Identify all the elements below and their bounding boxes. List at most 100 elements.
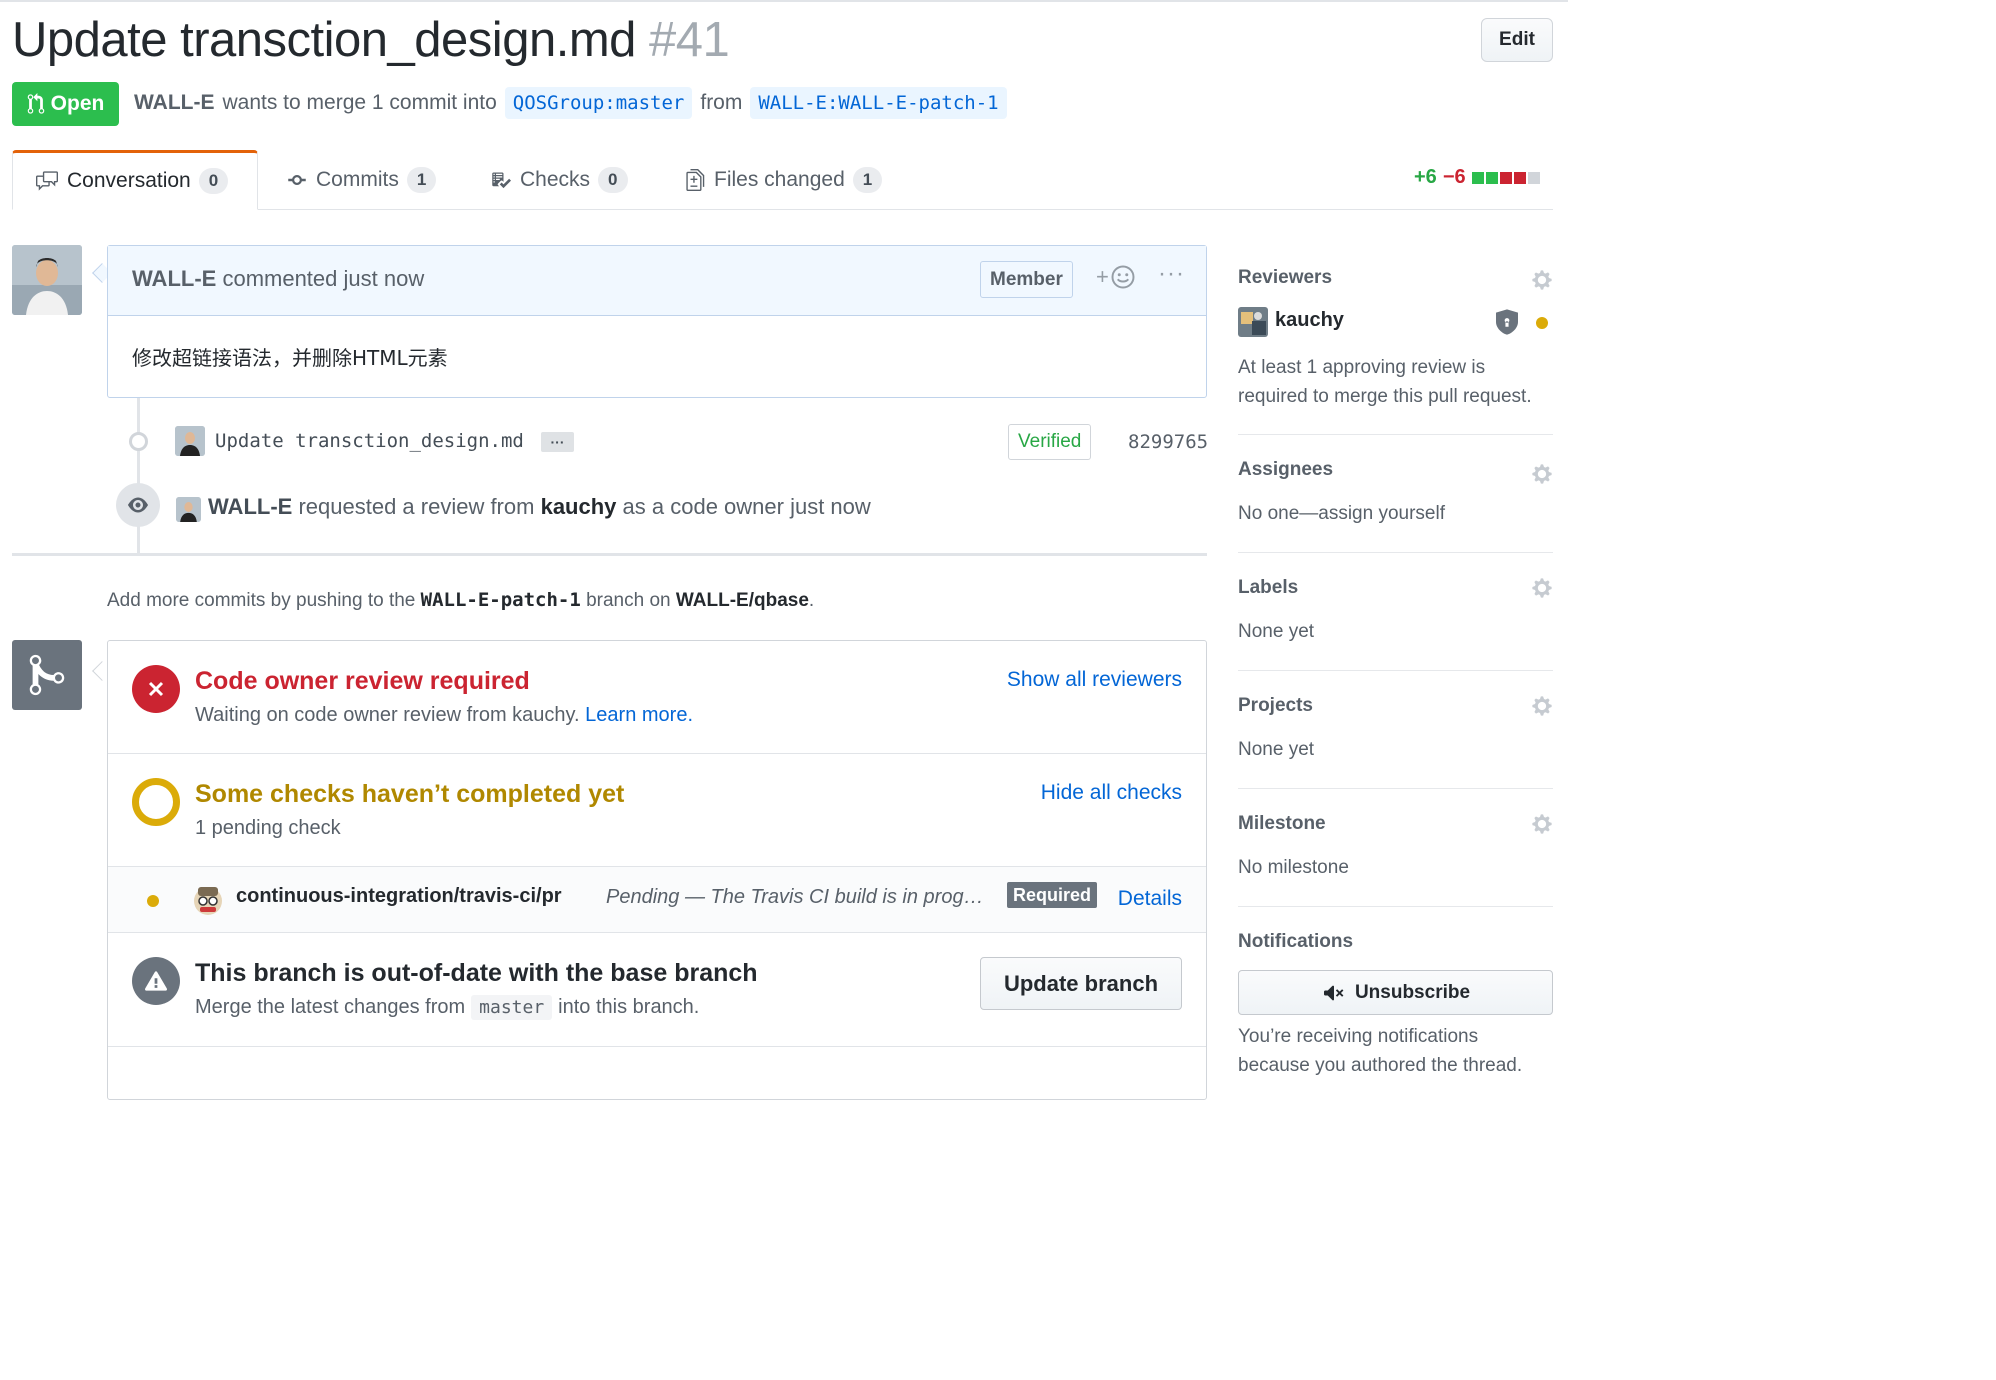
travis-ci-icon xyxy=(192,883,224,922)
sidebar-reviewers: Reviewers kauchy At least 1 approving re… xyxy=(1238,255,1553,435)
add-reaction-button[interactable]: + xyxy=(1096,264,1135,290)
file-diff-icon xyxy=(686,169,705,191)
labels-heading: Labels xyxy=(1238,577,1299,598)
comment-box: WALL-E commented just now Member + ··· 修… xyxy=(107,245,1207,398)
reviewer-link[interactable]: kauchy xyxy=(541,494,617,519)
tab-files-changed[interactable]: Files changed 1 xyxy=(686,150,883,210)
projects-heading: Projects xyxy=(1238,695,1313,716)
comment-timestamp[interactable]: commented just now xyxy=(222,266,424,291)
plus-icon: + xyxy=(1096,264,1109,289)
notifications-note: You’re receiving notifications because y… xyxy=(1238,1022,1522,1080)
from-text: from xyxy=(700,91,743,114)
reviewer-avatar[interactable] xyxy=(1238,307,1268,337)
pending-ring-icon xyxy=(132,778,180,826)
gear-icon[interactable] xyxy=(1531,577,1553,599)
hint-text: branch on xyxy=(586,590,671,611)
unsubscribe-button[interactable]: Unsubscribe xyxy=(1238,970,1553,1015)
review-required-title: Code owner review required xyxy=(195,667,530,695)
commit-message-link[interactable]: Update transction_design.md xyxy=(215,430,524,452)
reviewers-heading: Reviewers xyxy=(1238,267,1333,288)
tab-commits[interactable]: Commits 1 xyxy=(286,150,437,210)
milestone-heading: Milestone xyxy=(1238,813,1326,834)
review-requested-badge xyxy=(116,483,160,527)
git-merge-icon xyxy=(29,654,65,696)
update-branch-button[interactable]: Update branch xyxy=(980,957,1182,1010)
hint-repo: WALL-E/qbase xyxy=(675,590,809,611)
x-circle-icon xyxy=(132,665,180,713)
avatar[interactable] xyxy=(12,245,82,315)
head-ref[interactable]: WALL-E:WALL-E-patch-1 xyxy=(750,87,1007,119)
tab-counter: 0 xyxy=(598,167,628,193)
unsubscribe-label: Unsubscribe xyxy=(1354,981,1471,1003)
gear-icon[interactable] xyxy=(1531,813,1553,835)
comment-body: 修改超链接语法，并删除HTML元素 xyxy=(132,346,448,370)
reviewer-name-link[interactable]: kauchy xyxy=(1275,309,1344,332)
user-avatar-icon xyxy=(12,245,82,315)
outdated-subtitle-text: Merge the latest changes from xyxy=(195,996,466,1018)
outdated-branch-section: This branch is out-of-date with the base… xyxy=(108,933,1206,1047)
pending-review-dot-icon xyxy=(1536,317,1548,329)
sidebar-labels: Labels None yet xyxy=(1238,553,1553,671)
review-subtitle-text: Waiting on code owner review from kauchy… xyxy=(195,704,580,726)
deletions-count: −6 xyxy=(1442,166,1466,188)
merge-text: wants to merge 1 commit into xyxy=(222,91,497,114)
sidebar-projects: Projects None yet xyxy=(1238,671,1553,789)
member-badge: Member xyxy=(980,261,1073,298)
outdated-title: This branch is out-of-date with the base… xyxy=(195,959,758,987)
reviewers-note: At least 1 approving review is required … xyxy=(1238,353,1532,411)
notifications-note-line: You’re receiving notifications xyxy=(1238,1026,1479,1047)
status-label: Open xyxy=(50,92,105,115)
checks-status-section: Some checks haven’t completed yet 1 pend… xyxy=(108,754,1206,867)
notifications-note-line: because you authored the thread. xyxy=(1238,1055,1523,1076)
tab-counter: 1 xyxy=(852,167,883,193)
page-title: Update transction_design.md #41 xyxy=(12,12,730,68)
assign-yourself-link[interactable]: No one—assign yourself xyxy=(1238,499,1445,528)
mute-icon xyxy=(1323,985,1344,1000)
tab-label: Files changed xyxy=(714,168,845,191)
show-all-reviewers-link[interactable]: Show all reviewers xyxy=(1007,668,1182,692)
check-details-link[interactable]: Details xyxy=(1118,887,1182,911)
outdated-subtitle-text: into this branch. xyxy=(558,996,700,1018)
user-avatar-icon xyxy=(175,426,205,456)
review-status-section: Code owner review required Waiting on co… xyxy=(108,641,1206,754)
check-status-text: Pending — The Travis CI build is in prog… xyxy=(606,886,984,908)
reviewers-note-line: required to merge this pull request. xyxy=(1238,386,1532,407)
expand-commit-button[interactable]: ··· xyxy=(541,432,574,452)
commit-author-avatar[interactable] xyxy=(175,426,205,456)
learn-more-link[interactable]: Learn more. xyxy=(585,704,693,726)
check-name: continuous-integration/travis-ci/pr xyxy=(236,885,562,907)
required-label-text: Required xyxy=(1007,882,1098,908)
gear-icon[interactable] xyxy=(1531,269,1553,291)
pr-author-link[interactable]: WALL-E xyxy=(134,91,214,115)
comment-author-link[interactable]: WALL-E xyxy=(132,266,216,291)
pending-dot-icon xyxy=(147,895,159,907)
pull-request-icon xyxy=(27,93,44,114)
base-ref[interactable]: QOSGroup:master xyxy=(504,87,693,119)
tab-checks[interactable]: Checks 0 xyxy=(490,150,628,210)
review-author-link[interactable]: WALL-E xyxy=(208,494,292,519)
user-avatar-icon xyxy=(1238,307,1268,337)
tab-conversation[interactable]: Conversation 0 xyxy=(12,150,258,210)
alert-icon xyxy=(132,957,180,1005)
timeline-end-divider xyxy=(12,553,1207,556)
timeline-line xyxy=(137,398,140,553)
base-branch-code: master xyxy=(471,995,553,1020)
commit-icon xyxy=(129,432,148,451)
gear-icon[interactable] xyxy=(1531,463,1553,485)
review-author-avatar[interactable] xyxy=(176,497,201,522)
eye-icon xyxy=(128,497,148,513)
review-request-event: WALL-E requested a review from kauchy as… xyxy=(208,494,871,520)
kebab-menu-icon[interactable]: ··· xyxy=(1158,260,1185,288)
commit-sha-link[interactable]: 8299765 xyxy=(1128,431,1208,453)
pr-title: Update transction_design.md xyxy=(12,13,636,67)
comment-discussion-icon xyxy=(36,171,58,191)
sidebar-assignees: Assignees No one—assign yourself xyxy=(1238,435,1553,553)
edit-button[interactable]: Edit xyxy=(1481,18,1553,62)
hint-text: Add more commits by pushing to the xyxy=(107,590,416,611)
tab-label: Commits xyxy=(316,168,399,191)
review-required-subtitle: Waiting on code owner review from kauchy… xyxy=(195,704,693,727)
gear-icon[interactable] xyxy=(1531,695,1553,717)
hide-all-checks-link[interactable]: Hide all checks xyxy=(1041,781,1182,805)
tab-counter: 0 xyxy=(198,168,229,194)
verified-badge[interactable]: Verified xyxy=(1008,424,1092,460)
